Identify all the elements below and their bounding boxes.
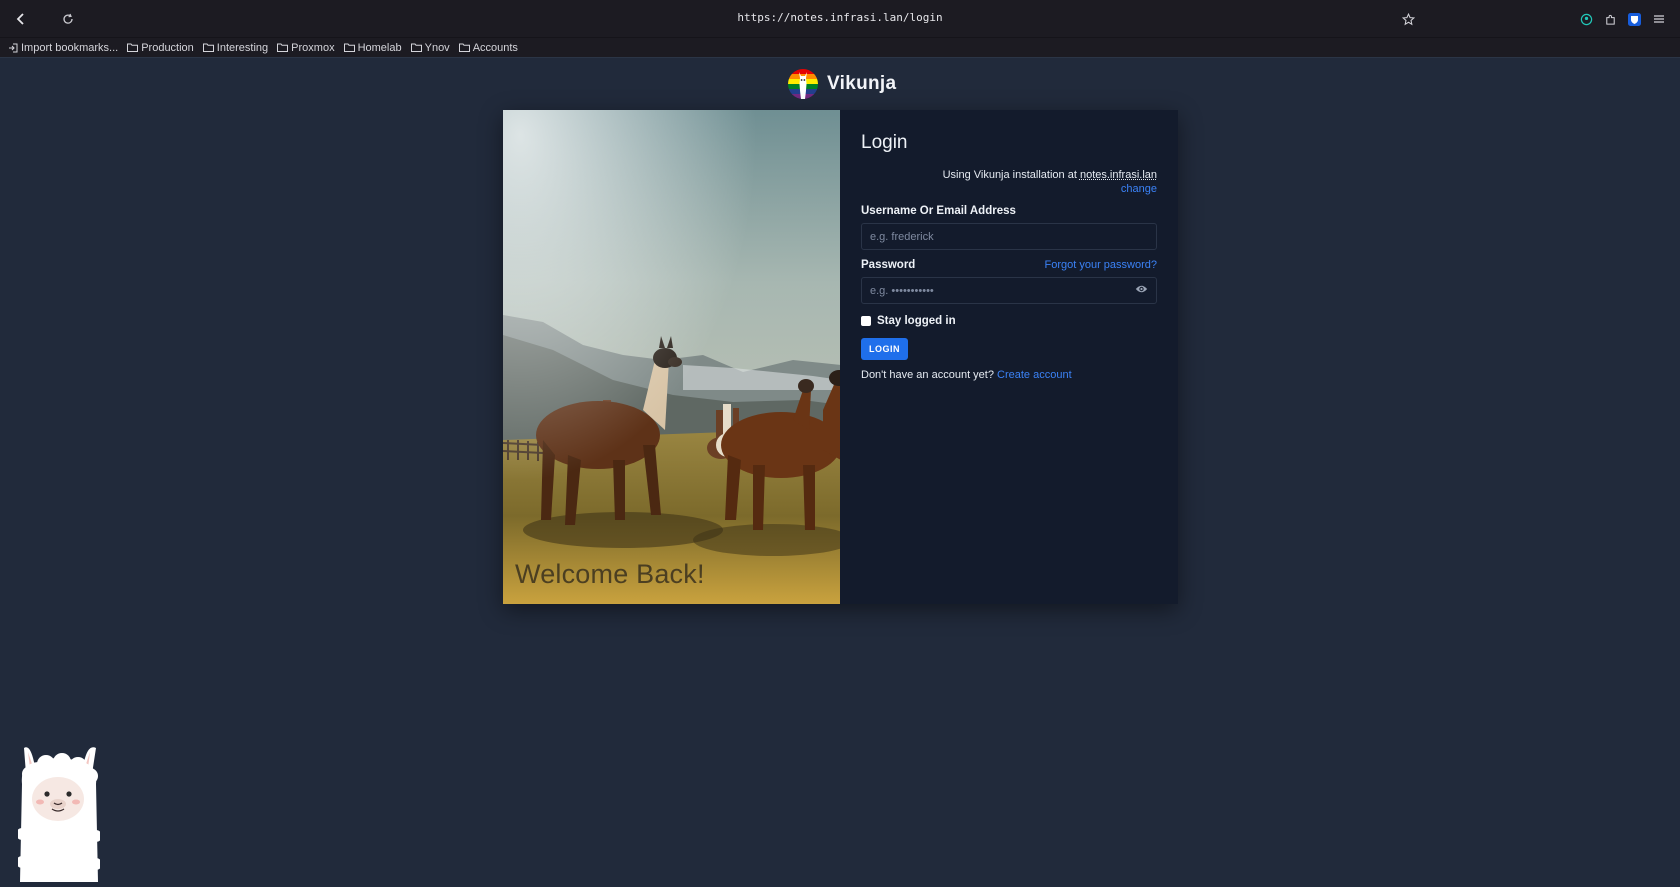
llama-mascot-image [18, 744, 100, 887]
bookmark-label: Ynov [425, 42, 450, 54]
menu-button[interactable] [1648, 8, 1670, 30]
bookmark-folder-proxmox[interactable]: Proxmox [277, 42, 334, 54]
extensions-button[interactable] [1599, 8, 1621, 30]
bookmark-label: Accounts [473, 42, 518, 54]
shield-icon [1627, 12, 1642, 27]
bookmark-star-button[interactable] [1397, 8, 1419, 30]
change-installation-link[interactable]: change [1121, 183, 1157, 195]
signup-prompt: Don't have an account yet? Create accoun… [861, 369, 1157, 381]
welcome-image: Welcome Back! [503, 110, 840, 604]
installation-prefix: Using Vikunja installation at [943, 169, 1080, 181]
show-password-toggle[interactable] [1135, 284, 1148, 297]
username-label: Username Or Email Address [861, 205, 1157, 217]
login-card: Welcome Back! Login Using Vikunja instal… [503, 110, 1178, 604]
bookmark-label: Interesting [217, 42, 268, 54]
bookmark-label: Homelab [358, 42, 402, 54]
import-icon [8, 43, 18, 53]
folder-icon [127, 43, 138, 52]
bookmark-label: Import bookmarks... [21, 42, 118, 54]
password-label-row: Password Forgot your password? [861, 259, 1157, 271]
folder-icon [411, 43, 422, 52]
password-placeholder: e.g. ••••••••••• [870, 285, 934, 297]
installation-info: Using Vikunja installation at notes.infr… [861, 168, 1157, 196]
username-placeholder: e.g. frederick [870, 231, 934, 243]
hamburger-icon [1653, 13, 1665, 25]
eye-icon [1135, 284, 1148, 294]
bitwarden-button[interactable] [1623, 8, 1645, 30]
puzzle-icon [1604, 13, 1617, 26]
bookmark-folder-homelab[interactable]: Homelab [344, 42, 402, 54]
password-input[interactable]: e.g. ••••••••••• [861, 277, 1157, 304]
app-name: Vikunja [827, 73, 896, 95]
vikunja-logo-icon [787, 68, 819, 100]
bookmark-folder-accounts[interactable]: Accounts [459, 42, 518, 54]
star-icon [1402, 13, 1415, 26]
create-account-link[interactable]: Create account [997, 369, 1072, 381]
welcome-text: Welcome Back! [515, 559, 705, 590]
folder-icon [344, 43, 355, 52]
bookmark-folder-ynov[interactable]: Ynov [411, 42, 450, 54]
login-title: Login [861, 132, 1157, 154]
llama-mascot-icon [18, 744, 100, 882]
bookmark-label: Proxmox [291, 42, 334, 54]
password-label: Password [861, 259, 915, 271]
folder-icon [277, 43, 288, 52]
account-icon [1580, 13, 1593, 26]
bookmark-folder-interesting[interactable]: Interesting [203, 42, 268, 54]
forgot-password-link[interactable]: Forgot your password? [1045, 259, 1158, 271]
login-form: Login Using Vikunja installation at note… [840, 110, 1178, 604]
bookmark-import[interactable]: Import bookmarks... [8, 42, 118, 54]
stay-logged-in-row: Stay logged in [861, 315, 1157, 327]
browser-toolbar: https://notes.infrasi.lan/login [0, 0, 1680, 38]
bookmark-folder-production[interactable]: Production [127, 42, 194, 54]
bookmark-label: Production [141, 42, 194, 54]
no-account-text: Don't have an account yet? [861, 369, 994, 381]
stay-logged-in-label[interactable]: Stay logged in [877, 315, 956, 327]
stay-logged-in-checkbox[interactable] [861, 316, 871, 326]
folder-icon [459, 43, 470, 52]
username-input[interactable]: e.g. frederick [861, 223, 1157, 250]
installation-host: notes.infrasi.lan [1080, 169, 1157, 181]
account-button[interactable] [1575, 8, 1597, 30]
page-top-edge [0, 57, 1680, 58]
login-button[interactable]: LOGIN [861, 338, 908, 360]
llama-photo-image [503, 110, 840, 604]
bookmarks-bar: Import bookmarks... Production Interesti… [0, 38, 1680, 57]
app-logo[interactable]: Vikunja [787, 68, 896, 100]
address-bar[interactable]: https://notes.infrasi.lan/login [0, 11, 1680, 24]
folder-icon [203, 43, 214, 52]
